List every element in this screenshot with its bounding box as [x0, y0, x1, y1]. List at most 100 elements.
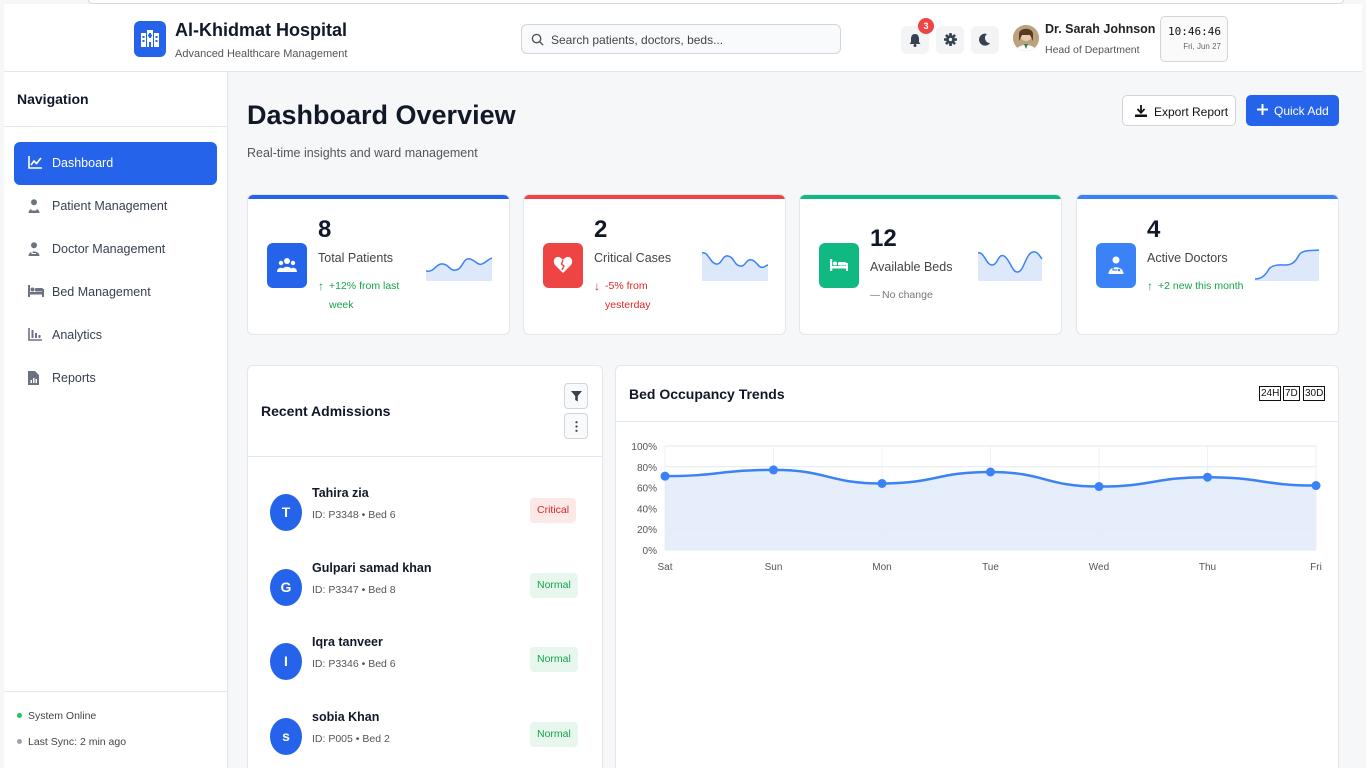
heart-broken-icon — [543, 243, 583, 288]
status-badge: Critical — [530, 498, 577, 523]
range-24h-button[interactable]: 24H — [1259, 386, 1282, 401]
clock-time: 10:46:46 — [1168, 25, 1221, 38]
patient-details: ID: P005 • Bed 2 — [312, 733, 390, 745]
search-icon — [531, 33, 544, 46]
page-title: Dashboard Overview — [247, 100, 516, 130]
y-tick-label: 100% — [631, 442, 657, 453]
dots-vertical-icon — [575, 421, 578, 432]
system-status-text: System Online — [28, 710, 97, 722]
user-name: Dr. Sarah Johnson — [1045, 22, 1156, 36]
x-tick-label: Fri — [1310, 562, 1322, 573]
y-tick-label: 60% — [637, 484, 657, 495]
data-point — [1094, 482, 1104, 492]
dark-mode-toggle[interactable] — [971, 26, 999, 54]
sparkline-total-patients — [426, 257, 492, 281]
search-box[interactable] — [521, 24, 841, 54]
sidebar-item-label: Patient Management — [52, 199, 168, 213]
online-dot-icon — [17, 712, 22, 718]
sidebar-item-doctor-management[interactable]: Doctor Management — [14, 228, 217, 271]
system-status: System Online — [17, 710, 96, 722]
patient-details: ID: P3348 • Bed 6 — [312, 509, 396, 521]
quick-add-label: Quick Add — [1274, 104, 1329, 118]
settings-button[interactable] — [936, 26, 964, 54]
sparkline-critical-cases — [702, 252, 768, 281]
user-role: Head of Department — [1045, 44, 1140, 56]
stat-change: ↓ -5% from yesterday — [594, 277, 694, 315]
chart-line-icon — [28, 156, 42, 169]
gear-icon — [944, 33, 957, 46]
list-item[interactable]: G Gulpari samad khan ID: P3347 • Bed 8 N… — [270, 561, 580, 611]
clock-date: Fri, Jun 27 — [1183, 42, 1221, 51]
status-badge: Normal — [530, 647, 578, 672]
arrow-up-icon: ↑ — [1147, 279, 1153, 293]
sync-dot-icon — [17, 738, 22, 744]
quick-add-button[interactable]: Quick Add — [1246, 95, 1339, 126]
list-item[interactable]: T Tahira zia ID: P3348 • Bed 6 Critical — [270, 486, 580, 536]
user-injured-icon — [28, 199, 40, 213]
stat-label: Active Doctors — [1147, 251, 1228, 265]
x-tick-label: Wed — [1089, 562, 1109, 573]
nav-divider — [4, 126, 227, 127]
data-point — [1311, 481, 1321, 491]
filter-icon — [571, 391, 582, 402]
data-point — [660, 471, 670, 481]
bed-icon — [28, 285, 44, 297]
sidebar-item-analytics[interactable]: Analytics — [14, 314, 217, 357]
stat-card-critical-cases: 2 Critical Cases ↓ -5% from yesterday — [523, 194, 786, 335]
plus-icon — [1257, 104, 1268, 115]
clock-widget: 10:46:46 Fri, Jun 27 — [1160, 16, 1228, 62]
x-tick-label: Sat — [657, 562, 672, 573]
data-point — [877, 478, 887, 488]
patient-details: ID: P3346 • Bed 6 — [312, 658, 396, 670]
sidebar-item-bed-management[interactable]: Bed Management — [14, 271, 217, 314]
users-icon — [267, 243, 307, 288]
sidebar-item-label: Dashboard — [52, 156, 114, 170]
stat-value: 4 — [1147, 216, 1161, 243]
sidebar-item-reports[interactable]: Reports — [14, 357, 217, 400]
range-7d-button[interactable]: 7D — [1283, 386, 1300, 401]
more-options-button[interactable] — [564, 413, 588, 439]
app-header: Al-Khidmat Hospital Advanced Healthcare … — [4, 4, 1362, 72]
export-report-button[interactable]: Export Report — [1122, 95, 1236, 126]
bed-occupancy-panel: Bed Occupancy Trends 24H 7D 30D 0% 20% 40%… — [615, 365, 1339, 768]
arrow-down-icon: ↓ — [594, 279, 600, 293]
patient-name: Gulpari samad khan — [312, 561, 432, 575]
y-tick-label: 40% — [637, 504, 657, 515]
list-item[interactable]: I Iqra tanveer ID: P3346 • Bed 6 Normal — [270, 635, 580, 685]
sidebar: Navigation Dashboard Patient Management … — [4, 72, 228, 768]
sync-status-text: Last Sync: 2 min ago — [28, 736, 127, 748]
stat-change: ↑ +2 new this month — [1147, 277, 1247, 296]
bell-icon — [909, 34, 921, 47]
download-icon — [1135, 105, 1147, 117]
stat-label: Available Beds — [870, 260, 953, 274]
user-doctor-icon — [1096, 243, 1136, 288]
stat-change: ↑ +12% from last week — [318, 277, 418, 315]
stat-value: 8 — [318, 216, 332, 243]
patient-avatar: G — [270, 569, 302, 606]
range-30d-button[interactable]: 30D — [1303, 386, 1326, 401]
sidebar-item-label: Analytics — [52, 328, 103, 342]
stat-card-active-doctors: 4 Active Doctors ↑ +2 new this month — [1076, 194, 1339, 335]
sidebar-footer-divider — [4, 691, 227, 692]
list-item[interactable]: s sobia Khan ID: P005 • Bed 2 Normal — [270, 710, 580, 760]
stat-label: Critical Cases — [594, 251, 672, 265]
search-input[interactable] — [551, 29, 831, 51]
sparkline-available-beds — [978, 251, 1043, 281]
app-subtitle: Advanced Healthcare Management — [175, 48, 348, 60]
x-tick-label: Mon — [872, 562, 891, 573]
x-tick-label: Sun — [765, 562, 783, 573]
sidebar-item-dashboard[interactable]: Dashboard — [14, 142, 217, 185]
x-tick-label: Tue — [982, 562, 999, 573]
moon-icon — [979, 33, 990, 46]
filter-button[interactable] — [564, 383, 588, 409]
patient-avatar: s — [270, 718, 302, 755]
stat-change-text: +2 new this month — [1158, 280, 1244, 292]
sidebar-item-patient-management[interactable]: Patient Management — [14, 185, 217, 228]
user-doctor-icon — [28, 242, 40, 256]
x-tick-label: Thu — [1199, 562, 1216, 573]
stat-change-text: +12% from last week — [329, 280, 400, 311]
sidebar-item-label: Reports — [52, 371, 96, 385]
export-report-label: Export Report — [1154, 105, 1229, 119]
user-avatar[interactable] — [1013, 25, 1039, 51]
series-area — [665, 469, 1316, 550]
